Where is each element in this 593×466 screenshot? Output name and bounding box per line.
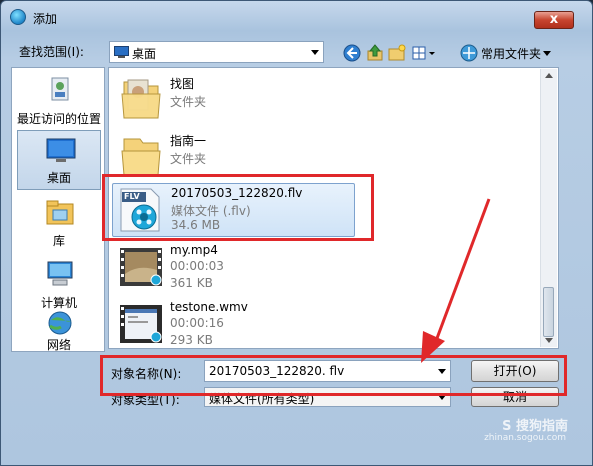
close-button[interactable]: x — [534, 11, 574, 29]
list-item[interactable]: 找图 文件夹 — [112, 72, 547, 128]
window-title: 添加 — [33, 12, 58, 26]
annotation-arrow — [421, 198, 491, 363]
chevron-down-icon — [311, 50, 319, 55]
dialog-window: 添加 x 查找范围(I): 桌面 常用文件夹 最近访问的位置 桌面 库 计算机 … — [0, 0, 593, 466]
network-icon — [48, 311, 72, 335]
up-folder-icon[interactable] — [365, 43, 385, 63]
look-in-value: 桌面 — [132, 47, 157, 61]
sidebar-item-label: 库 — [52, 234, 65, 248]
sidebar-item-network[interactable]: 网络 — [17, 311, 101, 352]
sidebar-item-label: 最近访问的位置 — [17, 112, 102, 126]
file-type: 文件夹 — [170, 95, 207, 109]
favorites-dropdown[interactable]: 常用文件夹 — [479, 41, 553, 63]
video-thumbnail-icon — [120, 305, 162, 343]
sidebar-item-label: 计算机 — [40, 296, 77, 310]
sidebar-item-recent[interactable]: 最近访问的位置 — [17, 70, 101, 130]
sidebar-item-label: 桌面 — [46, 171, 71, 185]
look-in-label: 查找范围(I): — [19, 45, 84, 59]
sidebar-item-desktop[interactable]: 桌面 — [17, 130, 101, 190]
view-menu-icon[interactable] — [411, 43, 437, 63]
desktop-small-icon — [114, 46, 129, 58]
file-duration: 00:00:03 — [170, 259, 224, 273]
favorites-icon — [460, 44, 478, 62]
places-sidebar: 最近访问的位置 桌面 库 计算机 网络 — [11, 67, 105, 352]
sidebar-item-libraries[interactable]: 库 — [17, 192, 101, 252]
favorites-label: 常用文件夹 — [481, 47, 542, 61]
watermark-url: zhinan.sogou.com — [484, 433, 566, 443]
file-size: 361 KB — [170, 276, 213, 290]
recent-places-icon — [51, 77, 69, 101]
file-name: 指南一 — [170, 134, 207, 148]
app-icon — [10, 9, 26, 25]
file-type: 文件夹 — [170, 152, 207, 166]
computer-icon — [47, 261, 73, 286]
scroll-down-icon[interactable] — [545, 338, 553, 343]
sidebar-item-label: 网络 — [46, 338, 71, 352]
sidebar-item-computer[interactable]: 计算机 — [17, 254, 101, 314]
desktop-icon — [46, 138, 76, 162]
folder-icon — [121, 79, 161, 119]
file-name: testone.wmv — [170, 300, 248, 314]
folder-icon — [121, 138, 161, 176]
scrollbar-thumb[interactable] — [543, 287, 554, 337]
scroll-up-icon[interactable] — [545, 73, 553, 78]
file-name: my.mp4 — [170, 243, 218, 257]
file-size: 293 KB — [170, 333, 213, 347]
highlight-box-file — [102, 174, 374, 241]
title-bar[interactable]: 添加 x — [1, 1, 592, 31]
look-in-dropdown[interactable]: 桌面 — [109, 41, 324, 63]
watermark-logo: S 搜狗指南 — [502, 419, 568, 434]
new-folder-icon[interactable] — [387, 43, 407, 63]
chevron-down-icon — [543, 51, 551, 56]
file-duration: 00:00:16 — [170, 316, 224, 330]
video-thumbnail-icon — [120, 248, 162, 286]
libraries-icon — [46, 200, 74, 225]
vertical-scrollbar[interactable] — [540, 69, 557, 347]
back-icon[interactable] — [342, 43, 362, 63]
file-name: 找图 — [170, 77, 195, 91]
